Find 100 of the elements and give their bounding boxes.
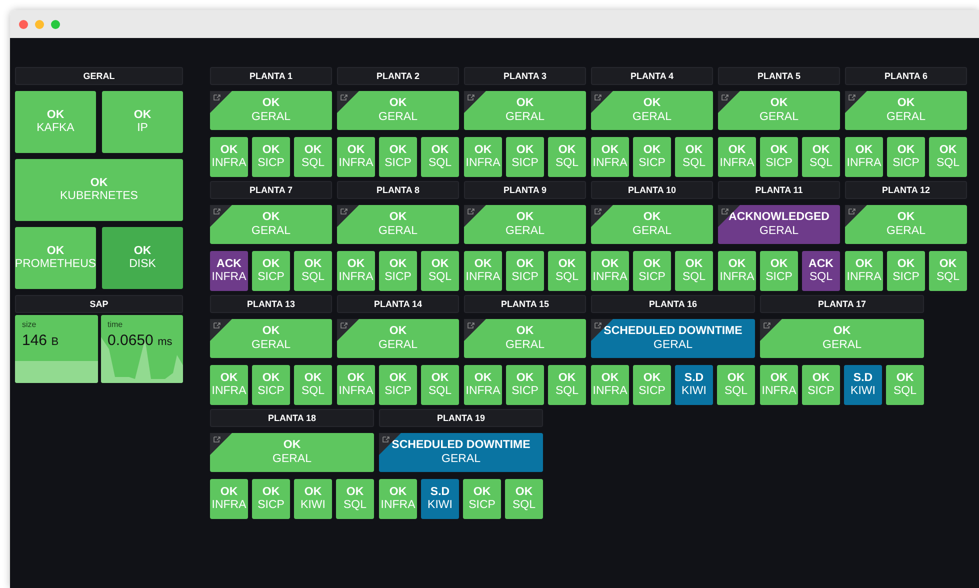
status-tile[interactable]: OK GERAL (845, 205, 967, 244)
status-tile[interactable]: S.D KIWI (421, 479, 459, 519)
status-tile[interactable]: OK SICP (379, 137, 417, 177)
status-tile[interactable]: OK INFRA (337, 251, 375, 291)
status-tile[interactable]: OK SQL (929, 137, 967, 177)
status-tile[interactable]: OK IP (102, 91, 183, 153)
link-corner-icon[interactable] (210, 205, 232, 227)
link-corner-icon[interactable] (464, 319, 486, 341)
status-tile[interactable]: OK SICP (252, 137, 290, 177)
status-tile[interactable]: OK GERAL (337, 91, 459, 130)
status-tile[interactable]: OK GERAL (210, 319, 332, 358)
status-tile[interactable]: OK INFRA (464, 137, 502, 177)
status-tile[interactable]: OK SQL (505, 479, 543, 519)
link-corner-icon[interactable] (760, 319, 782, 341)
status-tile[interactable]: OK SICP (506, 137, 544, 177)
status-tile[interactable]: OK SQL (294, 365, 332, 405)
status-tile[interactable]: OK SICP (760, 137, 798, 177)
status-tile[interactable]: S.D KIWI (844, 365, 882, 405)
status-tile[interactable]: S.D KIWI (675, 365, 713, 405)
status-tile[interactable]: OK INFRA (210, 365, 248, 405)
status-tile[interactable]: OK SQL (548, 365, 586, 405)
status-tile[interactable]: ACK INFRA (210, 251, 248, 291)
status-tile[interactable]: OK KAFKA (15, 91, 96, 153)
status-tile[interactable]: OK INFRA (845, 137, 883, 177)
status-tile[interactable]: OK SICP (633, 251, 671, 291)
link-corner-icon[interactable] (337, 91, 359, 113)
link-corner-icon[interactable] (210, 91, 232, 113)
status-tile[interactable]: OK GERAL (337, 205, 459, 244)
status-tile[interactable]: OK INFRA (379, 479, 417, 519)
status-tile[interactable]: OK GERAL (210, 433, 374, 472)
status-tile[interactable]: OK GERAL (760, 319, 924, 358)
status-tile[interactable]: OK SICP (887, 137, 925, 177)
link-corner-icon[interactable] (337, 319, 359, 341)
status-tile[interactable]: OK INFRA (718, 137, 756, 177)
status-tile[interactable]: OK SICP (633, 365, 671, 405)
status-tile[interactable]: OK SICP (252, 251, 290, 291)
status-tile[interactable]: OK SQL (675, 137, 713, 177)
status-tile[interactable]: OK INFRA (845, 251, 883, 291)
status-tile[interactable]: OK SQL (421, 251, 459, 291)
status-tile[interactable]: OK SQL (929, 251, 967, 291)
status-tile[interactable]: SCHEDULED DOWNTIME GERAL (379, 433, 543, 472)
status-tile[interactable]: OK SICP (506, 365, 544, 405)
status-tile[interactable]: OK INFRA (718, 251, 756, 291)
status-tile[interactable]: OK INFRA (337, 137, 375, 177)
status-tile[interactable]: OK SQL (548, 251, 586, 291)
link-corner-icon[interactable] (591, 91, 613, 113)
link-corner-icon[interactable] (845, 91, 867, 113)
status-tile[interactable]: OK SICP (463, 479, 501, 519)
status-tile[interactable]: OK INFRA (591, 137, 629, 177)
status-tile[interactable]: OK GERAL (591, 205, 713, 244)
link-corner-icon[interactable] (464, 205, 486, 227)
status-tile[interactable]: OK INFRA (210, 137, 248, 177)
status-tile[interactable]: OK SICP (633, 137, 671, 177)
status-tile[interactable]: OK INFRA (464, 365, 502, 405)
status-tile[interactable]: OK SICP (252, 365, 290, 405)
status-tile[interactable]: OK SICP (887, 251, 925, 291)
status-tile[interactable]: OK GERAL (464, 319, 586, 358)
status-tile[interactable]: OK INFRA (210, 479, 248, 519)
status-tile[interactable]: OK SICP (379, 251, 417, 291)
status-tile[interactable]: OK SQL (886, 365, 924, 405)
link-corner-icon[interactable] (845, 205, 867, 227)
status-tile[interactable]: OK INFRA (337, 365, 375, 405)
status-tile[interactable]: ACKNOWLEDGED GERAL (718, 205, 840, 244)
status-tile[interactable]: OK SQL (294, 137, 332, 177)
status-tile[interactable]: OK SICP (760, 251, 798, 291)
status-tile[interactable]: OK SQL (421, 365, 459, 405)
link-corner-icon[interactable] (464, 91, 486, 113)
status-tile[interactable]: OK SQL (336, 479, 374, 519)
status-tile[interactable]: OK SQL (421, 137, 459, 177)
link-corner-icon[interactable] (210, 319, 232, 341)
link-corner-icon[interactable] (718, 91, 740, 113)
status-tile[interactable]: OK GERAL (210, 205, 332, 244)
status-tile[interactable]: OK SQL (675, 251, 713, 291)
status-tile[interactable]: OK GERAL (591, 91, 713, 130)
status-tile[interactable]: OK SQL (802, 137, 840, 177)
status-tile[interactable]: OK SQL (717, 365, 755, 405)
status-tile[interactable]: OK INFRA (760, 365, 798, 405)
status-tile[interactable]: ACK SQL (802, 251, 840, 291)
status-tile[interactable]: OK GERAL (845, 91, 967, 130)
status-tile[interactable]: OK PROMETHEUS (15, 227, 96, 289)
status-tile[interactable]: OK GERAL (337, 319, 459, 358)
status-tile[interactable]: OK GERAL (210, 91, 332, 130)
status-tile[interactable]: OK SICP (802, 365, 840, 405)
status-tile[interactable]: OK INFRA (591, 365, 629, 405)
status-tile[interactable]: OK SICP (506, 251, 544, 291)
status-tile[interactable]: OK KIWI (294, 479, 332, 519)
link-corner-icon[interactable] (591, 205, 613, 227)
link-corner-icon[interactable] (337, 205, 359, 227)
status-tile[interactable]: OK INFRA (591, 251, 629, 291)
status-tile[interactable]: OK GERAL (464, 205, 586, 244)
status-tile[interactable]: OK DISK (102, 227, 183, 289)
status-tile[interactable]: OK KUBERNETES (15, 159, 183, 221)
status-tile[interactable]: OK GERAL (464, 91, 586, 130)
status-tile[interactable]: OK SICP (252, 479, 290, 519)
status-tile[interactable]: OK SICP (379, 365, 417, 405)
status-tile[interactable]: SCHEDULED DOWNTIME GERAL (591, 319, 755, 358)
status-tile[interactable]: OK SQL (294, 251, 332, 291)
link-corner-icon[interactable] (210, 433, 232, 455)
status-tile[interactable]: OK SQL (548, 137, 586, 177)
status-tile[interactable]: OK GERAL (718, 91, 840, 130)
